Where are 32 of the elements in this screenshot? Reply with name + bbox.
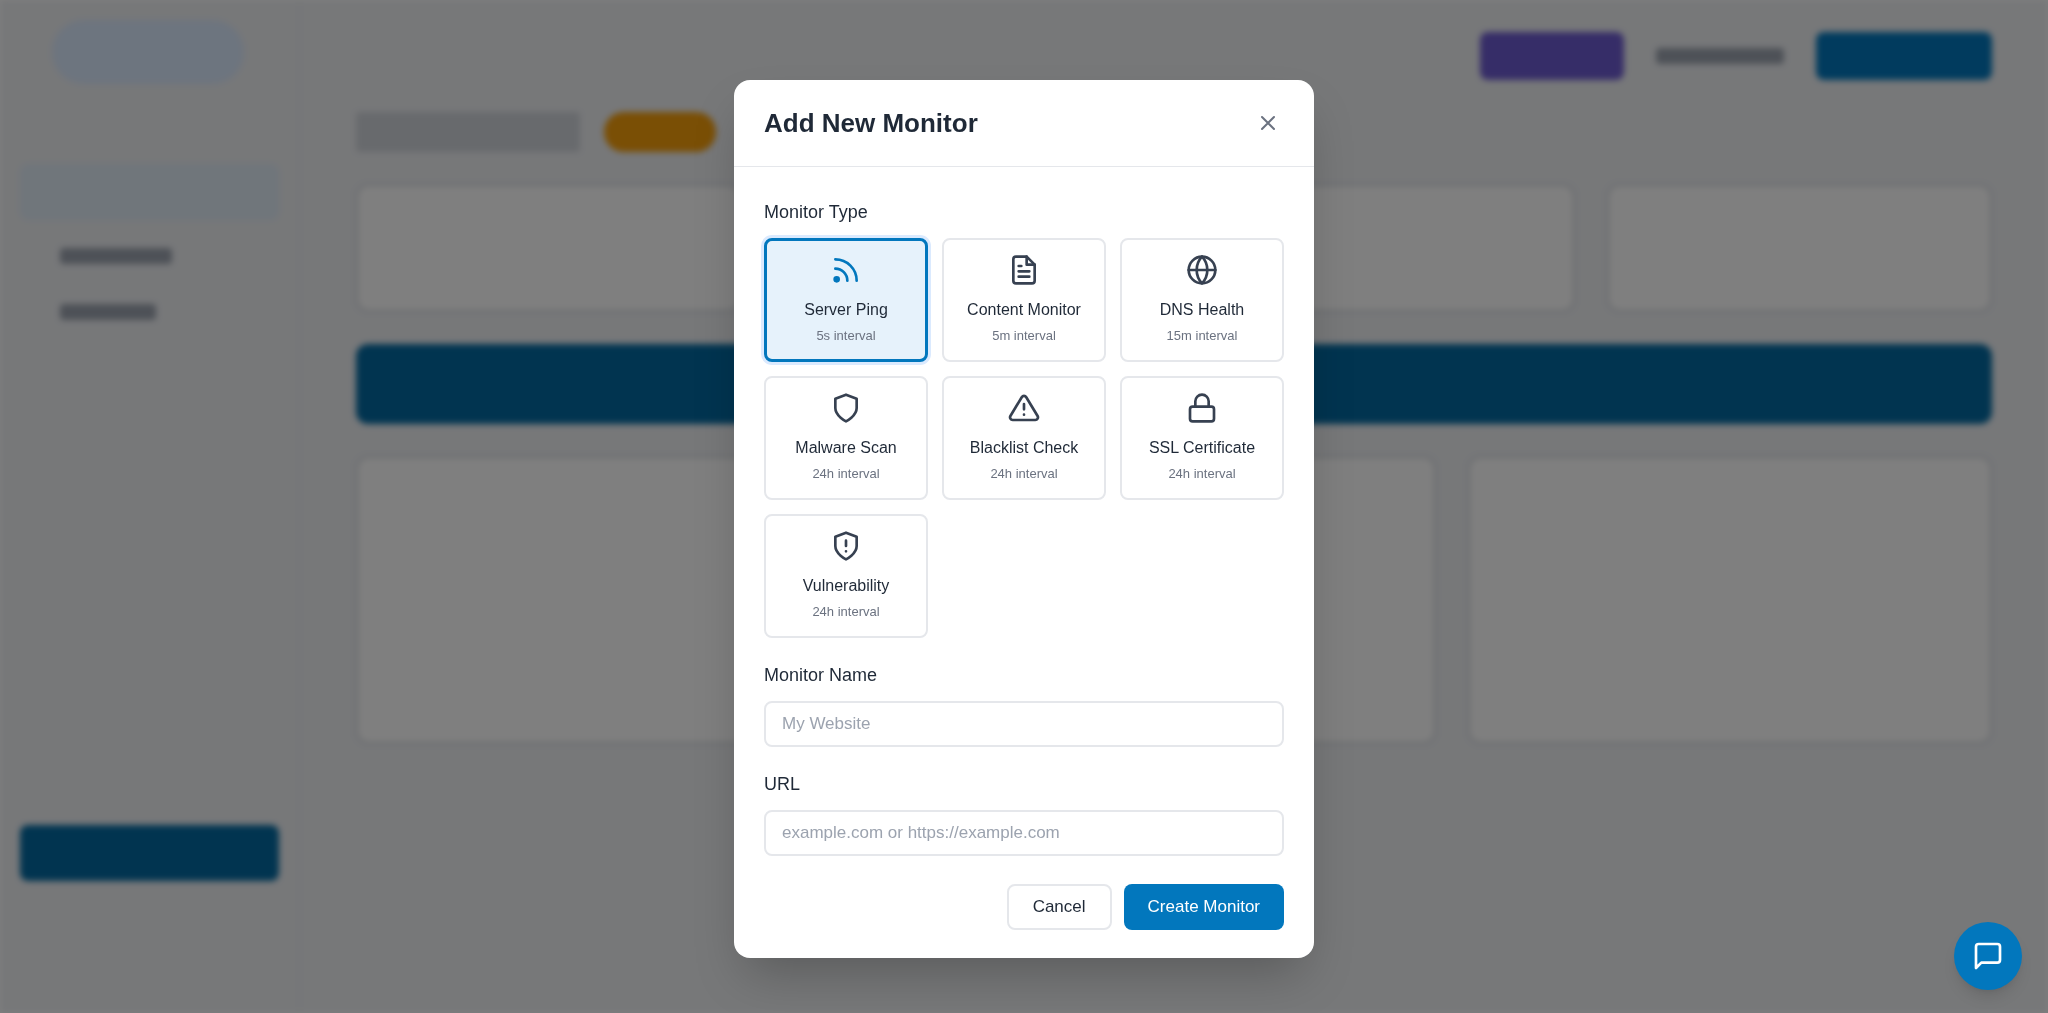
option-interval: 24h interval	[990, 465, 1058, 484]
create-button[interactable]: Create Monitor	[1123, 884, 1284, 930]
chat-bubble-icon	[1972, 940, 2004, 972]
option-label: SSL Certificate	[1148, 438, 1256, 459]
option-label: Content Monitor	[967, 300, 1081, 321]
monitor-type-option[interactable]: Content Monitor 5m interval	[942, 238, 1106, 362]
option-interval: 15m interval	[1166, 327, 1238, 346]
option-label: Malware Scan	[795, 438, 897, 459]
monitor-type-option[interactable]: Blacklist Check 24h interval	[942, 376, 1106, 500]
monitor-type-option[interactable]: Vulnerability 24h interval	[764, 514, 928, 638]
monitor-type-option[interactable]: Malware Scan 24h interval	[764, 376, 928, 500]
monitor-type-option[interactable]: SSL Certificate 24h interval	[1120, 376, 1284, 500]
option-interval: 24h interval	[1168, 465, 1236, 484]
field-label: URL	[764, 773, 801, 796]
cancel-button[interactable]: Cancel	[1006, 884, 1112, 930]
option-label: Server Ping	[804, 300, 888, 321]
input-field[interactable]: My Website	[764, 701, 1284, 747]
dialog-title: Add New Monitor	[764, 106, 978, 140]
option-interval: 5s interval	[816, 327, 876, 346]
option-interval: 24h interval	[812, 465, 880, 484]
option-interval: 24h interval	[812, 603, 880, 622]
lock-icon	[1186, 392, 1218, 425]
globe-icon	[1186, 254, 1218, 287]
input-field[interactable]: example.com or https://example.com	[764, 810, 1284, 856]
section-label: Monitor Type	[764, 201, 869, 224]
option-label: DNS Health	[1159, 300, 1245, 321]
monitor-type-option[interactable]: Server Ping 5s interval	[764, 238, 928, 362]
monitor-type-option[interactable]: DNS Health 15m interval	[1120, 238, 1284, 362]
option-label: Vulnerability	[802, 576, 890, 597]
option-interval: 5m interval	[992, 327, 1056, 346]
option-label: Blacklist Check	[969, 438, 1079, 459]
field-label: Monitor Name	[764, 664, 879, 687]
